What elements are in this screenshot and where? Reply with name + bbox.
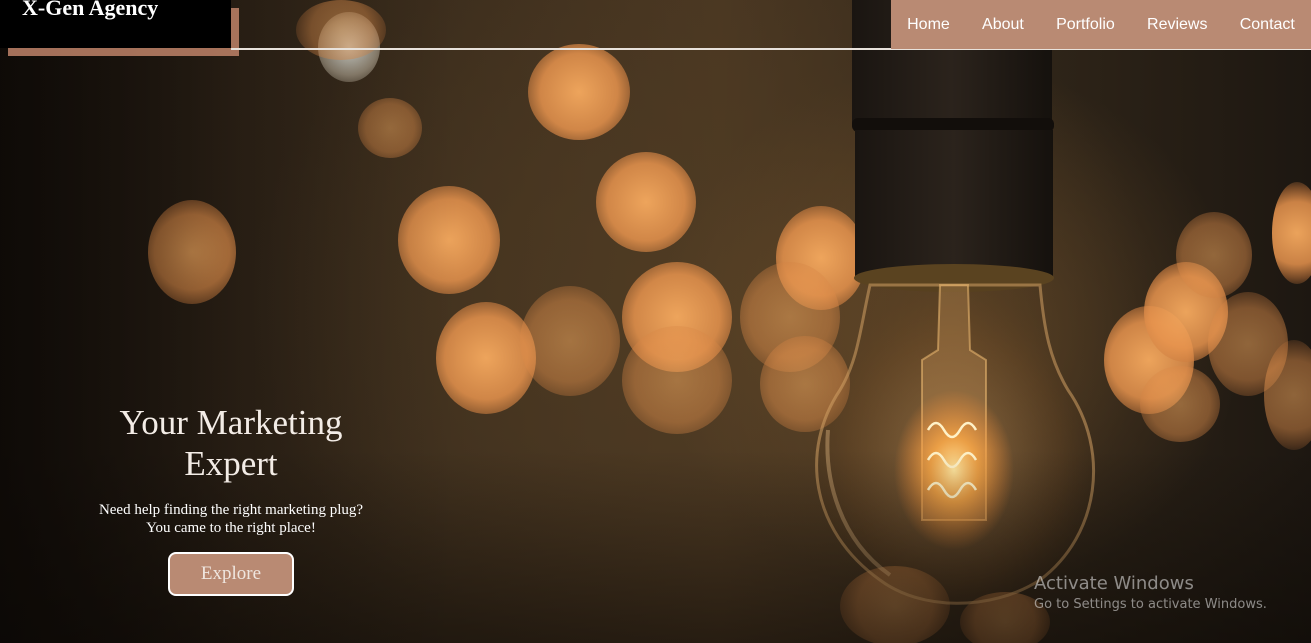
bokeh-light xyxy=(596,152,696,252)
bokeh-light xyxy=(148,200,236,304)
light-bulb-image xyxy=(815,0,1095,605)
hero-subtitle-line1: Need help finding the right marketing pl… xyxy=(98,502,364,518)
bokeh-light xyxy=(398,186,500,294)
nav-link-home[interactable]: Home xyxy=(907,12,950,38)
hero-subtitle: Need help finding the right marketing pl… xyxy=(60,501,402,537)
bokeh-light xyxy=(1272,182,1311,284)
bokeh-light xyxy=(358,98,422,158)
main-nav: Home About Portfolio Reviews Contact xyxy=(891,0,1311,49)
bokeh-light xyxy=(520,286,620,396)
hero-subtitle-line2: You came to the right place! xyxy=(146,520,316,536)
explore-button[interactable]: Explore xyxy=(168,552,294,596)
nav-link-contact[interactable]: Contact xyxy=(1240,12,1295,38)
brand-logo-text[interactable]: X-Gen Agency xyxy=(22,0,158,22)
hero-title-line1: Your Marketing xyxy=(119,403,343,442)
nav-link-portfolio[interactable]: Portfolio xyxy=(1056,12,1115,38)
hero-title-line2: Expert xyxy=(184,444,278,483)
hero-title: Your Marketing Expert xyxy=(60,402,402,484)
nav-link-reviews[interactable]: Reviews xyxy=(1147,12,1207,38)
hero-content: Your Marketing Expert Need help finding … xyxy=(60,402,402,596)
bokeh-light xyxy=(296,0,386,60)
bokeh-light xyxy=(528,44,630,140)
bokeh-light xyxy=(1176,212,1252,298)
hero-background: X-Gen Agency Home About Portfolio Review… xyxy=(0,0,1311,643)
bokeh-light xyxy=(1140,366,1220,442)
watermark-title: Activate Windows xyxy=(1034,573,1194,594)
windows-activation-watermark: Activate Windows Go to Settings to activ… xyxy=(1034,573,1267,614)
bokeh-light xyxy=(436,302,536,414)
nav-link-about[interactable]: About xyxy=(982,12,1024,38)
watermark-subtitle: Go to Settings to activate Windows. xyxy=(1034,597,1267,612)
brand-box: X-Gen Agency xyxy=(0,0,231,48)
bokeh-light xyxy=(622,326,732,434)
